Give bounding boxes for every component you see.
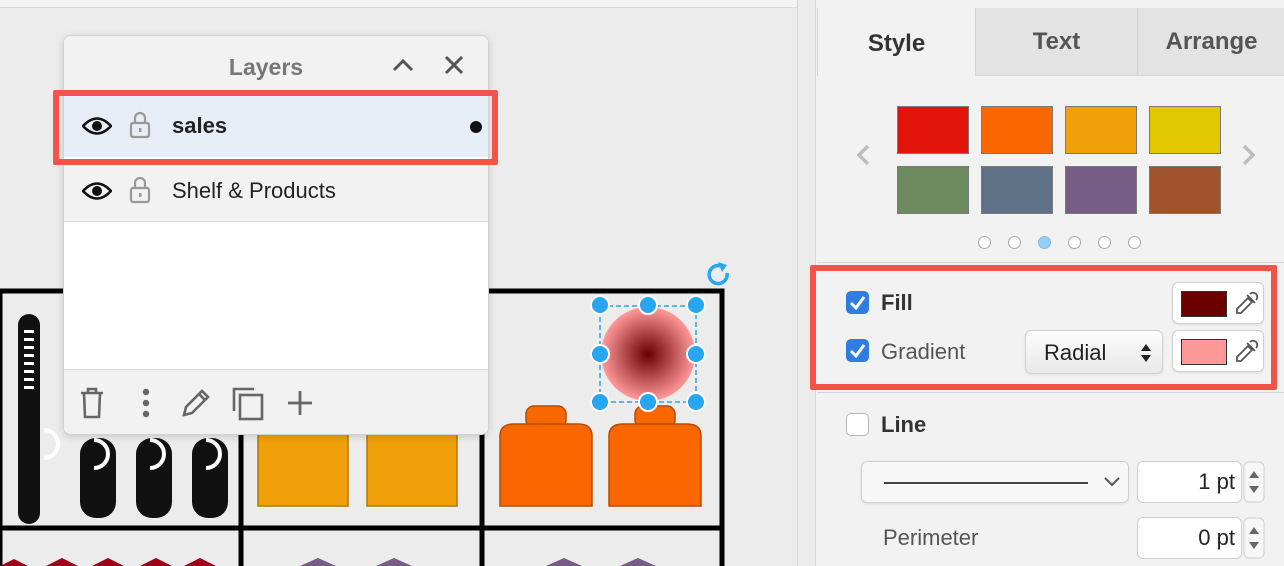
line-width-stepper[interactable] [1243,461,1265,503]
add-layer-button[interactable] [282,384,318,422]
lock-icon[interactable] [129,111,151,139]
eye-icon[interactable] [82,180,112,202]
section-divider [817,262,1284,263]
chevron-left-icon[interactable] [853,140,873,170]
swatch-page-dot[interactable] [1128,236,1141,249]
layers-toolbar [64,369,488,434]
rename-layer-button[interactable] [178,384,214,422]
line-checkbox[interactable] [846,413,869,436]
format-panel: Style Text Arrange Fill Gradient Radial … [797,0,1284,566]
gradient-label: Gradient [881,339,966,364]
color-swatch[interactable] [1149,166,1221,214]
gradient-color-swatch [1181,339,1227,365]
lock-icon[interactable] [129,176,151,204]
layer-label: Shelf & Products [172,178,336,203]
rotate-icon[interactable] [707,262,729,286]
layers-dialog[interactable]: Layers sales Shelf & Products [63,35,489,435]
swatch-page-dot[interactable] [978,236,991,249]
tab-text[interactable]: Text [975,8,1137,76]
delete-layer-button[interactable] [74,384,110,422]
gradient-color-button[interactable] [1172,330,1264,372]
trash-icon [81,387,103,419]
line-style-preview [884,482,1088,484]
fill-label: Fill [881,290,913,315]
chevron-down-icon [1104,477,1120,487]
more-vertical-icon [142,388,150,418]
layer-row-shelf-products[interactable]: Shelf & Products [64,160,488,222]
close-icon [444,55,464,75]
color-swatch[interactable] [981,106,1053,154]
color-swatch[interactable] [897,166,969,214]
section-divider [817,392,1284,393]
gradient-direction-select[interactable]: Radial [1025,330,1163,374]
duplicate-icon [232,387,264,421]
updown-icon [1141,344,1151,362]
line-style-select[interactable] [861,461,1129,503]
fill-color-swatch [1181,291,1227,317]
color-swatch[interactable] [897,106,969,154]
diagram-canvas[interactable]: Layers sales Shelf & Products [0,0,797,566]
swatch-page-dot[interactable] [1008,236,1021,249]
edit-icon [182,389,210,417]
layers-dialog-header[interactable]: Layers [64,36,488,94]
chevron-right-icon[interactable] [1239,140,1259,170]
current-layer-indicator [470,121,482,133]
more-options-button[interactable] [128,384,164,422]
layer-row-sales[interactable]: sales [64,95,488,157]
swatch-page-dot[interactable] [1068,236,1081,249]
add-icon [288,391,312,415]
line-label: Line [881,412,927,437]
tab-arrange[interactable]: Arrange [1137,8,1284,76]
collapse-button[interactable] [388,50,418,80]
eyedropper-icon[interactable] [1233,291,1259,317]
perimeter-input[interactable]: 0 pt [1137,517,1242,559]
chevron-up-icon [392,58,414,72]
swatch-page-dot[interactable] [1038,236,1051,249]
fill-checkbox[interactable] [846,291,869,314]
swatch-page-dot[interactable] [1098,236,1111,249]
color-swatch[interactable] [1065,106,1137,154]
checkmark-icon [849,296,866,311]
layers-empty-area [64,223,488,368]
gradient-direction-value: Radial [1044,340,1107,365]
close-button[interactable] [439,50,469,80]
color-swatch[interactable] [1149,106,1221,154]
color-swatch[interactable] [981,166,1053,214]
layer-label: sales [172,113,228,138]
eyedropper-icon[interactable] [1233,339,1259,365]
panel-separator [798,0,816,566]
eye-icon[interactable] [82,115,112,137]
fill-color-button[interactable] [1172,282,1264,324]
duplicate-layer-button[interactable] [230,384,266,422]
tab-style[interactable]: Style [817,8,975,76]
gradient-checkbox[interactable] [846,339,869,362]
perimeter-label: Perimeter [883,525,979,550]
checkmark-icon [849,344,866,359]
perimeter-stepper[interactable] [1243,517,1265,559]
line-width-input[interactable]: 1 pt [1137,461,1242,503]
color-swatch[interactable] [1065,166,1137,214]
